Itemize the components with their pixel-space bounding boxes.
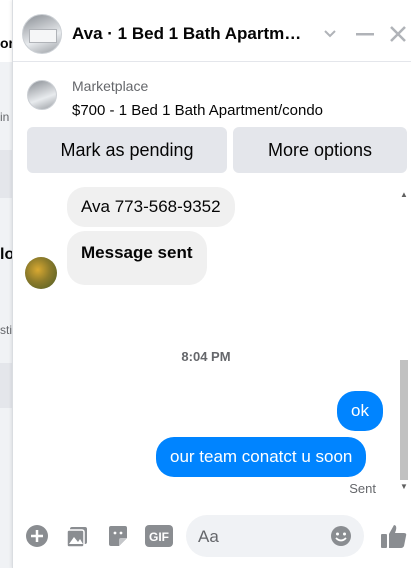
chevron-down-icon[interactable] xyxy=(318,22,342,46)
marketplace-listing-panel: Marketplace $700 - 1 Bed 1 Bath Apartmen… xyxy=(13,62,411,180)
photo-icon[interactable] xyxy=(64,523,90,549)
close-icon[interactable] xyxy=(386,22,410,46)
marketplace-label: Marketplace xyxy=(72,78,149,94)
chat-header: Ava · 1 Bed 1 Bath Apartm… xyxy=(13,0,411,62)
chat-window: Ava · 1 Bed 1 Bath Apartm… Marketplace $… xyxy=(12,0,411,568)
message-list: Ava 773-568-9352 Message sent 8:04 PM ok… xyxy=(13,181,411,501)
thumbs-up-icon[interactable] xyxy=(379,523,409,549)
listing-thumbnail[interactable] xyxy=(27,80,57,110)
listing-avatar[interactable] xyxy=(22,14,62,54)
message-input[interactable]: Aa xyxy=(186,515,364,557)
gif-icon[interactable]: GIF xyxy=(144,523,174,549)
listing-summary[interactable]: $700 - 1 Bed 1 Bath Apartment/condo xyxy=(72,102,323,119)
minimize-icon[interactable] xyxy=(353,22,377,46)
incoming-message: Message sent xyxy=(67,231,207,285)
message-status: Sent xyxy=(349,481,376,496)
background-text-2: in xyxy=(0,110,10,124)
scroll-down-arrow-icon[interactable]: ▼ xyxy=(399,482,409,492)
message-composer: GIF Aa xyxy=(13,505,411,568)
sender-avatar[interactable] xyxy=(25,257,57,289)
more-options-button[interactable]: More options xyxy=(233,127,407,173)
message-input-placeholder: Aa xyxy=(198,527,219,546)
mark-as-pending-button[interactable]: Mark as pending xyxy=(27,127,227,173)
gif-label: GIF xyxy=(149,530,169,544)
message-timestamp: 8:04 PM xyxy=(181,349,231,364)
scroll-up-arrow-icon[interactable]: ▲ xyxy=(399,190,409,200)
outgoing-message: ok xyxy=(337,391,383,431)
scrollbar[interactable]: ▲ ▼ xyxy=(399,190,409,495)
background-text-4: sti xyxy=(0,323,12,337)
plus-icon[interactable] xyxy=(24,523,50,549)
scroll-thumb[interactable] xyxy=(400,360,408,480)
emoji-icon[interactable] xyxy=(330,525,352,547)
outgoing-message: our team conatct u soon xyxy=(156,437,367,477)
sticker-icon[interactable] xyxy=(105,523,131,549)
chat-title[interactable]: Ava · 1 Bed 1 Bath Apartm… xyxy=(72,24,312,44)
incoming-message: Ava 773-568-9352 xyxy=(67,187,235,227)
